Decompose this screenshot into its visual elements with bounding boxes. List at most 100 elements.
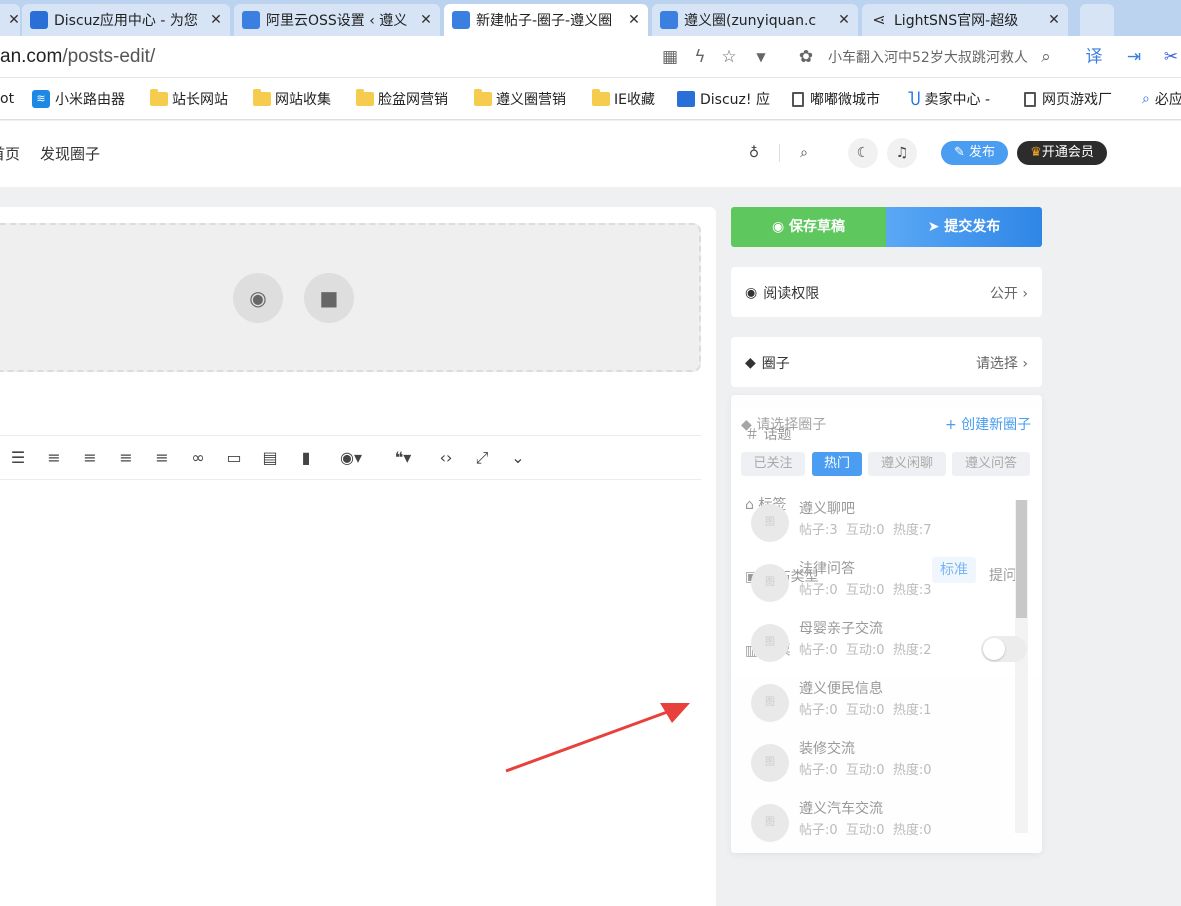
search-icon[interactable]: ⌕ xyxy=(789,138,819,168)
circle-stats: 帖子:0 互动:0 热度:3 xyxy=(799,583,932,598)
bookmark-item[interactable]: ⌕ 必应 xyxy=(1142,88,1181,110)
nav-discover-circles[interactable]: 发现圈子 xyxy=(40,143,100,164)
url-path: /posts-edit/ xyxy=(62,46,156,67)
create-circle-link[interactable]: + 创建新圈子 xyxy=(945,414,1031,434)
close-icon[interactable]: ✕ xyxy=(836,12,852,28)
close-icon[interactable]: ✕ xyxy=(418,12,434,28)
folder-icon xyxy=(474,89,492,106)
site-header: 首页 发现圈子 ♁ ⌕ ☾ ♫ ✎ 发布 ♛开通会员 xyxy=(0,121,1181,187)
bookmark-folder[interactable]: 网站收集 xyxy=(253,88,331,110)
browser-tab[interactable]: ⋖ LightSNS官网-超级 ✕ xyxy=(862,4,1068,36)
close-icon[interactable]: ✕ xyxy=(1046,12,1062,28)
bookmark-item[interactable]: ≋ 小米路由器 xyxy=(32,88,125,110)
avatar: 图 xyxy=(751,624,789,662)
bookmark-item[interactable]: 网页游戏厂 xyxy=(1024,88,1112,110)
medal-icon[interactable]: ♁ xyxy=(739,138,769,168)
save-draft-button[interactable]: ◉ 保存草稿 xyxy=(731,207,886,247)
align-center-icon[interactable]: ≡ xyxy=(115,447,137,469)
nav-home[interactable]: 首页 xyxy=(0,143,20,164)
qr-code-icon[interactable]: ▦ xyxy=(659,46,681,68)
divider xyxy=(779,144,780,162)
circle-item[interactable]: 图 遵义聊吧 帖子:3 互动:0 热度:7 xyxy=(751,498,1011,548)
wifi-icon: ≋ xyxy=(32,90,50,108)
read-permission-row[interactable]: ◉ 阅读权限 公开 › xyxy=(731,267,1042,317)
file-icon[interactable]: ▮ xyxy=(295,447,317,469)
picker-title-text: 请选择圈子 xyxy=(756,417,827,433)
link-icon[interactable]: ∞ xyxy=(187,447,209,469)
bookmark-folder[interactable]: 脸盆网营销 xyxy=(356,88,448,110)
filter-zunyi-qa[interactable]: 遵义问答 xyxy=(952,452,1030,476)
close-icon[interactable]: ✕ xyxy=(6,12,20,28)
browser-tab[interactable]: 阿里云OSS设置 ‹ 遵义 ✕ xyxy=(234,4,440,36)
circle-item[interactable]: 图 装修交流 帖子:0 互动:0 热度:0 xyxy=(751,738,1011,788)
chevron-down-icon[interactable]: ▼ xyxy=(750,46,772,68)
bookmark-label: 网页游戏厂 xyxy=(1042,92,1112,108)
picker-scroll-thumb[interactable] xyxy=(1016,500,1027,618)
circle-item[interactable]: 图 遵义便民信息 帖子:0 互动:0 热度:1 xyxy=(751,678,1011,728)
code-icon[interactable]: ‹› xyxy=(435,447,457,469)
bullet-list-icon[interactable]: ☰ xyxy=(7,447,29,469)
align-right-icon[interactable]: ≡ xyxy=(151,447,173,469)
bookmark-item[interactable]: 嘟嘟微城市 xyxy=(792,88,880,110)
video-icon[interactable]: ▤ xyxy=(259,447,281,469)
publish-button[interactable]: ✎ 发布 xyxy=(941,141,1008,165)
bookmark-label: 网站收集 xyxy=(275,92,331,108)
camera-icon[interactable]: ◉ xyxy=(233,273,283,323)
translate-icon[interactable]: 译 xyxy=(1083,46,1105,68)
avatar: 图 xyxy=(751,684,789,722)
tab-title: LightSNS官网-超级 xyxy=(894,13,1019,29)
login-icon[interactable]: ⇥ xyxy=(1123,46,1145,68)
search-icon: ⌕ xyxy=(1142,91,1150,107)
browser-tab-active[interactable]: 新建帖子-圈子-遵义圈 ✕ xyxy=(444,4,648,36)
quote-icon[interactable]: ❝▾ xyxy=(385,447,421,469)
media-upload-area[interactable]: ◉ ■ xyxy=(0,223,701,372)
bookmark-folder[interactable]: 遵义圈营销 xyxy=(474,88,566,110)
star-icon[interactable]: ☆ xyxy=(718,46,740,68)
avatar: 图 xyxy=(751,744,789,782)
taobao-icon: Ⴎ xyxy=(908,89,921,109)
circle-select-row[interactable]: ◆ 圈子 请选择 › xyxy=(731,337,1042,387)
bell-icon[interactable]: ♫ xyxy=(887,138,917,168)
close-icon[interactable]: ✕ xyxy=(626,12,642,28)
circle-item[interactable]: 图 法律问答 帖子:0 互动:0 热度:3 xyxy=(751,558,1011,608)
eye-icon[interactable]: ◉▾ xyxy=(333,447,369,469)
circle-item[interactable]: 图 遵义汽车交流 帖子:0 互动:0 热度:0 xyxy=(751,798,1011,848)
fullscreen-icon[interactable]: ⤢ xyxy=(471,447,493,469)
page-icon xyxy=(792,91,804,107)
search-input[interactable]: 小车翻入河中52岁大叔跳河救人 xyxy=(828,47,1028,67)
circle-item[interactable]: 图 母婴亲子交流 帖子:0 互动:0 热度:2 xyxy=(751,618,1011,668)
url-field[interactable]: an.com/posts-edit/ xyxy=(0,46,155,68)
align-left-icon[interactable]: ≡ xyxy=(79,447,101,469)
bookmark-item[interactable]: Discuz! 应 xyxy=(677,88,770,110)
vip-button[interactable]: ♛开通会员 xyxy=(1017,141,1107,165)
tab-title: 遵义圈(zunyiquan.c xyxy=(684,13,817,29)
chevron-down-icon[interactable]: ⌄ xyxy=(507,447,529,469)
filter-followed[interactable]: 已关注 xyxy=(741,452,805,476)
search-icon[interactable]: ⌕ xyxy=(1035,46,1057,68)
circle-name: 遵义便民信息 xyxy=(799,681,883,697)
circle-dot-icon: ◉ xyxy=(771,219,790,235)
bookmark-folder[interactable]: IE收藏 xyxy=(592,88,655,110)
new-tab-button[interactable] xyxy=(1080,4,1114,36)
bookmark-label: 小米路由器 xyxy=(55,92,125,108)
lightning-icon[interactable]: ϟ xyxy=(689,46,711,68)
tab-close-partial[interactable]: ✕ xyxy=(0,4,20,36)
browser-tab[interactable]: Discuz应用中心 - 为您 ✕ xyxy=(22,4,230,36)
browser-tab[interactable]: 遵义圈(zunyiquan.c ✕ xyxy=(652,4,858,36)
numbered-list-icon[interactable]: ≡ xyxy=(43,447,65,469)
vote-toggle[interactable] xyxy=(981,636,1027,662)
filter-zunyi-chat[interactable]: 遵义闲聊 xyxy=(868,452,946,476)
video-camera-icon[interactable]: ■ xyxy=(304,273,354,323)
scissors-icon[interactable]: ✂ xyxy=(1160,46,1181,68)
moon-icon[interactable]: ☾ xyxy=(848,138,878,168)
image-icon[interactable]: ▭ xyxy=(223,447,245,469)
bookmark-label: Discuz! 应 xyxy=(700,92,770,108)
bookmark-label: ot xyxy=(0,91,15,107)
close-icon[interactable]: ✕ xyxy=(208,12,224,28)
submit-button[interactable]: ➤ 提交发布 xyxy=(886,207,1042,247)
circle-name: 遵义聊吧 xyxy=(799,501,855,517)
bookmark-folder[interactable]: 站长网站 xyxy=(150,88,228,110)
bookmark-item[interactable]: Ⴎ 卖家中心 - xyxy=(908,88,990,110)
filter-hot[interactable]: 热门 xyxy=(812,452,862,476)
bookmark-item[interactable]: ot xyxy=(0,88,14,110)
